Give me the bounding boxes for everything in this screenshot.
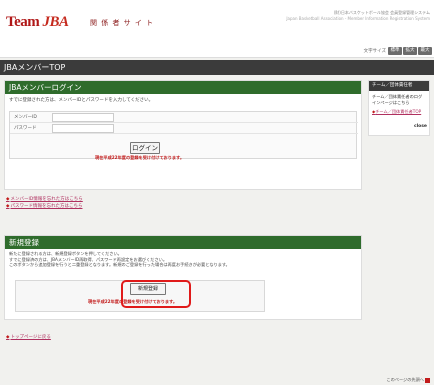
team-manager-heading: チーム／団体責任者 xyxy=(369,81,429,91)
arrow-icon: ◆ xyxy=(6,204,10,209)
member-id-input[interactable] xyxy=(52,113,114,122)
recovery-links: ◆メンバーID情報を忘れた方はこちら ◆パスワード情報を忘れた方はこちら xyxy=(6,196,83,210)
font-size-large-button[interactable]: 拡大 xyxy=(403,47,417,55)
register-description: 新たに登録される方は、新規登録ボタンを押してください。 すでに登録済の方は、JB… xyxy=(5,249,361,270)
logo-jba-text: JBA xyxy=(42,14,70,30)
logo-team-text: Team xyxy=(6,14,40,30)
page-top-link[interactable]: このページの先頭へ xyxy=(386,377,430,383)
team-manager-text: チーム／団体責任者のログインページはこちら xyxy=(372,94,423,105)
back-to-top-link-wrap: ◆トップページに戻る xyxy=(6,334,51,341)
forgot-password-label: パスワード情報を忘れた方はこちら xyxy=(10,204,83,209)
close-button[interactable]: close xyxy=(414,124,427,129)
login-instruction: すでに登録された方は、メンバーIDとパスワードを入力してください。 xyxy=(9,98,154,103)
font-size-standard-button[interactable]: 標準 xyxy=(388,47,402,55)
password-input[interactable] xyxy=(52,124,114,133)
password-label: パスワード xyxy=(14,126,37,131)
password-row: パスワード xyxy=(10,123,358,134)
register-description-line: このボタンから追加登録を行うと二重登録となります。新規のご登録を行った場合は再度… xyxy=(9,262,230,267)
team-manager-top-link[interactable]: ◆チーム／団体責任者TOP xyxy=(369,109,429,115)
forgot-member-id-label: メンバーID情報を忘れた方はこちら xyxy=(10,197,83,202)
font-size-max-button[interactable]: 最大 xyxy=(418,47,432,55)
utility-bar: 文字サイズ 標準 拡大 最大 xyxy=(0,44,434,58)
team-manager-top-label: チーム／団体責任者TOP xyxy=(375,109,422,114)
forgot-member-id-link[interactable]: ◆メンバーID情報を忘れた方はこちら xyxy=(6,196,83,203)
page-top-label: このページの先頭へ xyxy=(386,377,424,382)
site-name: 関 係 者 サ イ ト xyxy=(90,19,155,27)
team-manager-panel: チーム／団体責任者 チーム／団体責任者のログインページはこちら ◆チーム／団体責… xyxy=(368,80,430,136)
login-heading: JBAメンバーログイン xyxy=(5,81,361,94)
login-section: JBAメンバーログイン すでに登録された方は、メンバーIDとパスワードを入力して… xyxy=(4,80,362,190)
back-to-top-link[interactable]: ◆トップページに戻る xyxy=(6,334,51,341)
login-button[interactable]: ログイン xyxy=(130,142,160,154)
register-section: 新規登録 新たに登録される方は、新規登録ボタンを押してください。 すでに登録済の… xyxy=(4,235,362,320)
login-form: メンバーID パスワード ログイン 現在平成22年度の登録を受け付けております。 xyxy=(9,111,358,160)
register-heading: 新規登録 xyxy=(5,236,361,249)
member-id-row: メンバーID xyxy=(10,112,358,123)
team-jba-logo[interactable]: Team JBA xyxy=(6,14,69,31)
arrow-icon: ◆ xyxy=(6,197,10,202)
site-header: Team JBA 関 係 者 サ イ ト (財)日本バスケットボール協会 会員登… xyxy=(0,0,434,44)
forgot-password-link[interactable]: ◆パスワード情報を忘れた方はこちら xyxy=(6,203,83,210)
back-to-top-label: トップページに戻る xyxy=(10,335,51,340)
login-notice: 現在平成22年度の登録を受け付けております。 xyxy=(95,155,185,160)
organization-name: (財)日本バスケットボール協会 会員登録管理システム Japan Basketb… xyxy=(260,10,430,22)
register-button-highlight xyxy=(121,280,191,308)
up-arrow-icon xyxy=(425,377,430,383)
organization-name-en: Japan Basketball Association - Member In… xyxy=(286,16,430,21)
member-id-label: メンバーID xyxy=(14,115,37,120)
font-size-label: 文字サイズ xyxy=(363,49,386,54)
arrow-icon: ◆ xyxy=(6,335,10,340)
page-title: JBAメンバーTOP xyxy=(0,60,434,75)
